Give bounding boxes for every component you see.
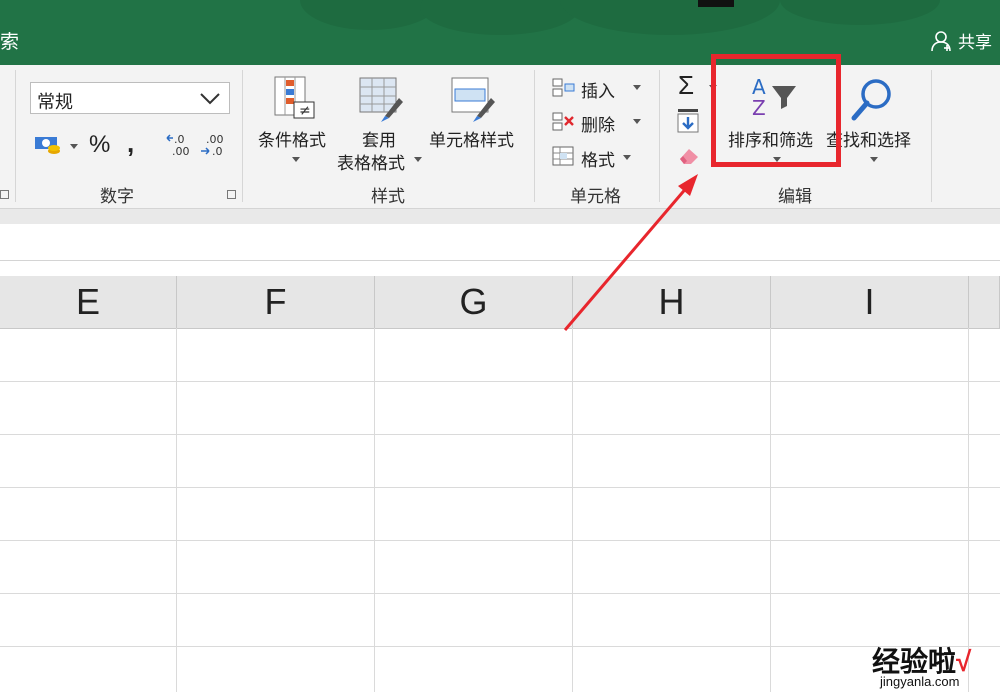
annotation-arrow bbox=[563, 174, 698, 331]
watermark-text: 经验啦 bbox=[872, 646, 957, 677]
watermark-url: jingyanla.com bbox=[880, 674, 960, 689]
watermark-check: √ bbox=[956, 646, 972, 677]
